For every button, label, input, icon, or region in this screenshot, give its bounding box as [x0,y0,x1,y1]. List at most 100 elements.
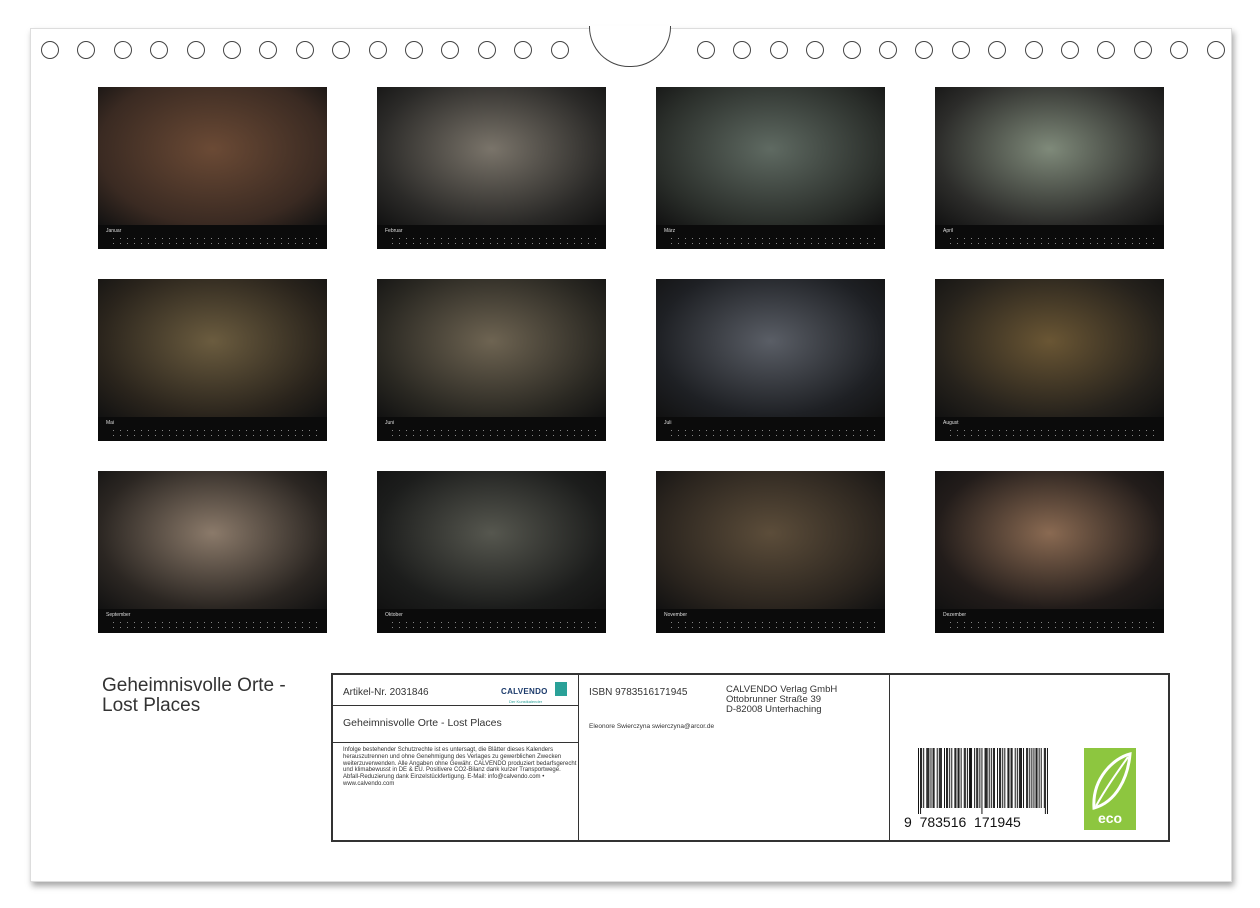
binding-hole [915,41,934,59]
publisher-city: D-82008 Unterhaching [726,704,822,715]
barcode-bar [1002,748,1004,808]
binding-hole [879,41,897,59]
day-grid [110,428,320,438]
barcode-bar [939,748,941,808]
month-label: Juni [385,420,395,426]
barcode-bar [921,748,923,808]
month-photo [656,471,885,609]
barcode-bar [964,748,966,808]
day-grid [668,236,878,246]
month-label: November [664,612,688,618]
month-label: Mai [106,420,115,426]
month-label: März [664,228,676,234]
barcode-bar [1031,748,1033,808]
binding-hole [332,41,351,59]
month-photo [656,279,885,417]
barcode-bar [981,748,983,814]
calvendo-logo-mark [555,682,567,696]
barcode-bar [992,748,994,808]
binding-hole [514,41,533,59]
barcode-bar [954,748,956,808]
day-grid [947,620,1157,630]
day-grid [110,620,320,630]
barcode-bar [1000,748,1002,808]
barcode-bar [938,748,940,808]
binding-hole [951,41,970,59]
month-photo [935,87,1164,225]
barcode-bar [1044,748,1046,814]
binding-hole [405,41,423,59]
barcode-bar [926,748,928,808]
binding-hole [1097,41,1116,59]
barcode-bar [1038,748,1040,808]
barcode-bar [1016,748,1018,808]
artikel-number: Artikel-Nr. 2031846 [343,687,429,698]
barcode-bar [968,748,970,808]
month-thumbnail-5: Mai [98,279,327,441]
month-photo [98,471,327,609]
month-thumbnail-1: Januar [98,87,327,249]
legal-text: Infolge bestehender Schutzrechte ist es … [343,747,577,787]
month-label: Dezember [943,612,967,618]
binding-hole [806,41,825,59]
binding-hole [150,41,169,59]
binding-hole [186,41,205,59]
barcode-bar [955,748,957,808]
day-grid [389,620,599,630]
barcode-bar [957,748,959,808]
month-photo [377,471,606,609]
barcode-bar [1040,748,1042,808]
barcode-bar [977,748,979,808]
barcode-bar [974,748,976,808]
day-grid [110,236,320,246]
barcode-bar [986,748,988,808]
month-thumbnail-12: Dezember [935,471,1164,633]
binding-hole [769,41,788,59]
barcode-bar [1020,748,1022,808]
barcode-bar [936,748,938,808]
binding-hole [77,41,96,59]
barcode-bar [1007,748,1009,808]
barcode-bar [1027,748,1029,808]
barcode-bar [1018,748,1020,808]
barcode-bar [1010,748,1012,808]
day-grid [389,428,599,438]
barcode-bar [932,748,934,808]
day-grid [389,236,599,246]
barcode-bar [1023,748,1025,808]
binding-hole [1024,41,1043,59]
month-photo [656,87,885,225]
barcode-bar [963,748,965,808]
month-label: August [943,420,959,426]
eco-badge: eco [1084,748,1136,830]
barcode-bar [966,748,968,808]
barcode-bar [918,748,919,814]
barcode-bar [933,748,935,808]
barcode-bar [1033,748,1035,808]
month-thumbnail-8: August [935,279,1164,441]
binding-hole [1206,41,1225,59]
barcode-bar [1046,748,1048,814]
binding-hole [368,41,387,59]
month-thumbnail-7: Juli [656,279,885,441]
binding-hole [41,41,59,59]
binding-hole [550,41,569,59]
barcode-bar [1019,748,1021,808]
isbn-barcode [918,748,1048,814]
month-photo [377,87,606,225]
calvendo-tagline: Der Kunstkalender [509,699,543,704]
month-thumbnail-10: Oktober [377,471,606,633]
binding-hole [477,41,496,59]
month-label: Februar [385,228,403,234]
barcode-bar [946,748,948,808]
day-grid [947,236,1157,246]
barcode-bar [990,748,992,808]
month-thumbnail-3: März [656,87,885,249]
barcode-number: 9 783516 171945 [904,814,1021,830]
author-credit: Eleonore Swierczyna swierczyna@arcor.de [589,723,715,730]
isbn: ISBN 9783516171945 [589,687,688,698]
binding-hole [441,41,460,59]
barcode-bar [960,748,962,808]
binding-hole [1061,41,1079,59]
month-label: April [943,228,954,234]
